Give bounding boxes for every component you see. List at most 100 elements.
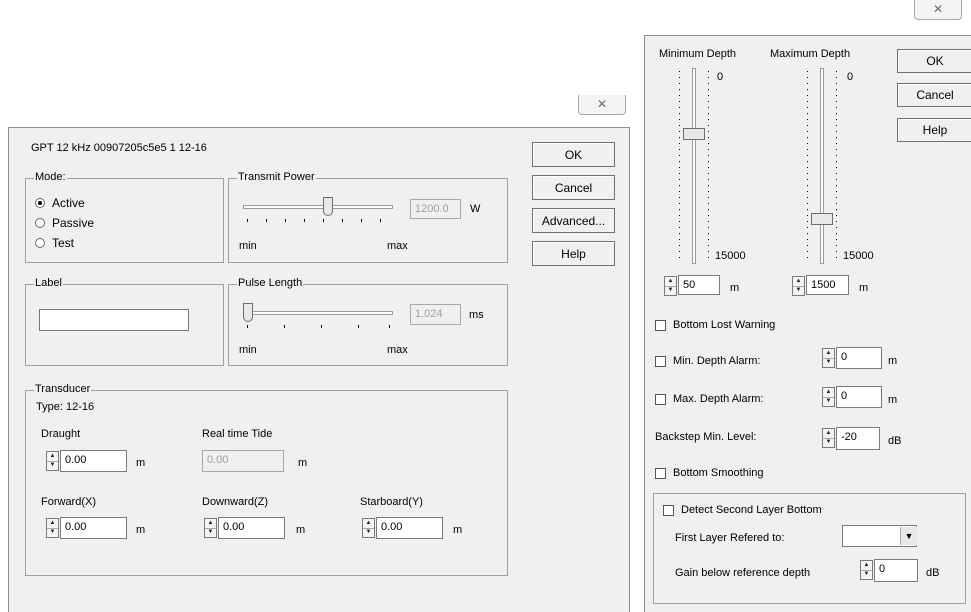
radio-active[interactable] <box>35 198 45 208</box>
max-depth-slider-thumb[interactable] <box>811 213 833 225</box>
transceiver-dialog: GPT 12 kHz 00907205c5e5 1 12-16 OK Cance… <box>8 127 630 612</box>
forward-field[interactable]: 0.00 <box>60 517 127 539</box>
draught-field[interactable]: 0.00 <box>60 450 127 472</box>
transmit-power-unit: W <box>470 203 481 215</box>
right-help-button[interactable]: Help <box>897 118 971 142</box>
min-depth-label: Minimum Depth <box>659 48 737 60</box>
min-depth-ticks-left <box>679 71 680 261</box>
max-alarm-unit: m <box>888 394 898 406</box>
draught-spinner[interactable]: ▲ ▼ <box>46 451 59 471</box>
cancel-button[interactable]: Cancel <box>532 175 615 200</box>
min-depth-track <box>692 68 696 264</box>
bottom-lost-checkbox[interactable] <box>655 320 666 331</box>
backstep-spinner[interactable]: ▲ ▼ <box>822 428 835 448</box>
min-depth-unit: m <box>730 282 740 294</box>
ok-button[interactable]: OK <box>532 142 615 167</box>
first-layer-label: First Layer Refered to: <box>675 532 785 544</box>
max-depth-bottom: 15000 <box>843 250 874 262</box>
second-layer-checkbox[interactable] <box>663 505 674 516</box>
starboard-spinner[interactable]: ▲ ▼ <box>362 518 375 538</box>
help-button[interactable]: Help <box>532 241 615 266</box>
spin-down-icon[interactable]: ▼ <box>363 528 374 537</box>
gain-spinner[interactable]: ▲ ▼ <box>860 560 873 580</box>
backstep-label: Backstep Min. Level: <box>655 431 757 443</box>
radio-test-label: Test <box>52 236 75 250</box>
transmit-power-max: max <box>387 240 408 252</box>
pulse-length-label: Pulse Length <box>237 277 304 289</box>
pulse-length-track <box>243 311 393 315</box>
mode-group: Mode: Active Passive Test <box>25 171 224 263</box>
max-depth-field[interactable]: 1500 <box>806 275 849 295</box>
spin-down-icon[interactable]: ▼ <box>47 461 58 470</box>
transmit-power-group: Transmit Power 1200.0 W min max <box>228 171 508 263</box>
max-depth-track <box>820 68 824 264</box>
min-alarm-checkbox[interactable] <box>655 356 666 367</box>
dialog-header: GPT 12 kHz 00907205c5e5 1 12-16 <box>31 142 207 154</box>
radio-test[interactable] <box>35 238 45 248</box>
radio-passive[interactable] <box>35 218 45 228</box>
starboard-label: Starboard(Y) <box>360 496 423 508</box>
right-ok-button[interactable]: OK <box>897 49 971 73</box>
forward-unit: m <box>136 524 146 536</box>
left-close-button[interactable]: ✕ <box>578 95 626 115</box>
transducer-type: Type: 12-16 <box>36 401 95 413</box>
max-alarm-spinner[interactable]: ▲ ▼ <box>822 387 835 407</box>
min-alarm-spinner[interactable]: ▲ ▼ <box>822 348 835 368</box>
spin-down-icon[interactable]: ▼ <box>205 528 216 537</box>
label-group: Label <box>25 277 224 366</box>
max-depth-spinner[interactable]: ▲ ▼ <box>792 276 805 296</box>
right-close-button[interactable]: ✕ <box>914 0 962 20</box>
right-cancel-button[interactable]: Cancel <box>897 83 971 107</box>
tide-field[interactable]: 0.00 <box>202 450 284 472</box>
spin-down-icon[interactable]: ▼ <box>823 438 834 447</box>
pulse-length-unit: ms <box>469 309 484 321</box>
advanced-button[interactable]: Advanced... <box>532 208 615 233</box>
spin-down-icon[interactable]: ▼ <box>47 528 58 537</box>
radio-active-label: Active <box>52 196 85 210</box>
transmit-power-slider-thumb[interactable] <box>323 197 333 216</box>
tide-unit: m <box>298 457 308 469</box>
smoothing-label: Bottom Smoothing <box>673 467 764 479</box>
transducer-group: Transducer Type: 12-16 Draught ▲ ▼ 0.00 m… <box>25 383 508 576</box>
max-depth-unit: m <box>859 282 869 294</box>
second-layer-label: Detect Second Layer Bottom <box>681 504 822 516</box>
spin-down-icon[interactable]: ▼ <box>823 397 834 406</box>
downward-field[interactable]: 0.00 <box>218 517 285 539</box>
spin-down-icon[interactable]: ▼ <box>823 358 834 367</box>
spin-down-icon[interactable]: ▼ <box>665 286 676 295</box>
mode-label: Mode: <box>34 171 67 183</box>
min-depth-ticks-right <box>708 71 709 261</box>
min-alarm-field[interactable]: 0 <box>836 347 882 369</box>
gain-field[interactable]: 0 <box>874 559 918 582</box>
spin-down-icon[interactable]: ▼ <box>793 286 804 295</box>
max-depth-ticks-left <box>807 71 808 261</box>
draught-unit: m <box>136 457 146 469</box>
pulse-length-slider-thumb[interactable] <box>243 303 253 322</box>
pulse-length-max: max <box>387 344 408 356</box>
close-icon: ✕ <box>596 97 608 111</box>
pulse-length-min: min <box>239 344 257 356</box>
forward-spinner[interactable]: ▲ ▼ <box>46 518 59 538</box>
backstep-field[interactable]: -20 <box>836 427 880 450</box>
downward-spinner[interactable]: ▲ ▼ <box>204 518 217 538</box>
pulse-length-field[interactable]: 1.024 <box>410 304 461 325</box>
smoothing-checkbox[interactable] <box>655 468 666 479</box>
max-alarm-field[interactable]: 0 <box>836 386 882 408</box>
min-depth-slider-thumb[interactable] <box>683 128 705 140</box>
min-depth-top: 0 <box>717 71 724 83</box>
starboard-field[interactable]: 0.00 <box>376 517 443 539</box>
gain-unit: dB <box>926 567 940 579</box>
max-alarm-checkbox[interactable] <box>655 394 666 405</box>
tide-label: Real time Tide <box>202 428 273 440</box>
label-input[interactable] <box>39 309 189 331</box>
min-depth-field[interactable]: 50 <box>678 275 720 295</box>
second-layer-group: Detect Second Layer Bottom First Layer R… <box>653 493 966 604</box>
transmit-power-field[interactable]: 1200.0 <box>410 199 461 219</box>
min-depth-bottom: 15000 <box>715 250 746 262</box>
max-depth-ticks-right <box>836 71 837 261</box>
min-depth-spinner[interactable]: ▲ ▼ <box>664 276 677 296</box>
backstep-unit: dB <box>888 435 902 447</box>
chevron-down-icon[interactable]: ▼ <box>900 527 917 545</box>
spin-down-icon[interactable]: ▼ <box>861 570 872 579</box>
draught-label: Draught <box>41 428 81 440</box>
